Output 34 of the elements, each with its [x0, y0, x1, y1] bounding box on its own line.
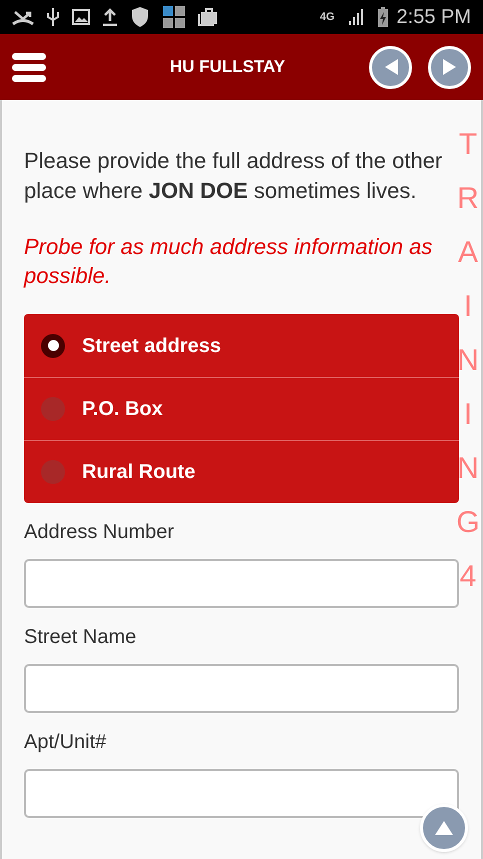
header-title: HU FULLSTAY [168, 56, 286, 78]
input-field[interactable] [24, 769, 459, 818]
radio-option[interactable]: Street address [24, 314, 459, 377]
field-label: Street Name [24, 625, 136, 650]
question-text: Please provide the full address of the other place where JON DOE sometimes lives. [24, 147, 444, 205]
input-field[interactable] [24, 559, 459, 608]
image-icon [72, 9, 90, 25]
briefcase-icon [198, 8, 218, 26]
forward-button[interactable] [428, 46, 471, 88]
field-label: Address Number [24, 520, 174, 545]
signal-icon [346, 8, 365, 26]
field-label: Apt/Unit# [24, 730, 106, 755]
menu-icon[interactable] [12, 50, 46, 84]
radio-button[interactable] [41, 334, 65, 358]
up-triangle-icon [434, 820, 454, 836]
radio-button[interactable] [41, 397, 65, 421]
input-field[interactable] [24, 664, 459, 713]
upload-icon [102, 8, 118, 26]
radio-option[interactable]: P.O. Box [24, 377, 459, 440]
instruction-text: Probe for as much address information as possible. [24, 233, 434, 290]
left-triangle-icon [382, 58, 398, 76]
usb-icon [46, 7, 60, 27]
clock: 2:55 PM [396, 5, 471, 30]
network-type: 4G [320, 12, 335, 22]
missed-call-icon [12, 8, 34, 26]
battery-icon [376, 6, 389, 28]
back-button[interactable] [369, 46, 412, 88]
scroll-top-button[interactable] [420, 804, 468, 852]
training-overlay: TRAINING4 [456, 127, 480, 595]
shield-icon [130, 6, 150, 28]
apps-icon [162, 5, 186, 29]
right-triangle-icon [442, 58, 458, 76]
radio-button[interactable] [41, 460, 65, 484]
radio-option[interactable]: Rural Route [24, 440, 459, 503]
